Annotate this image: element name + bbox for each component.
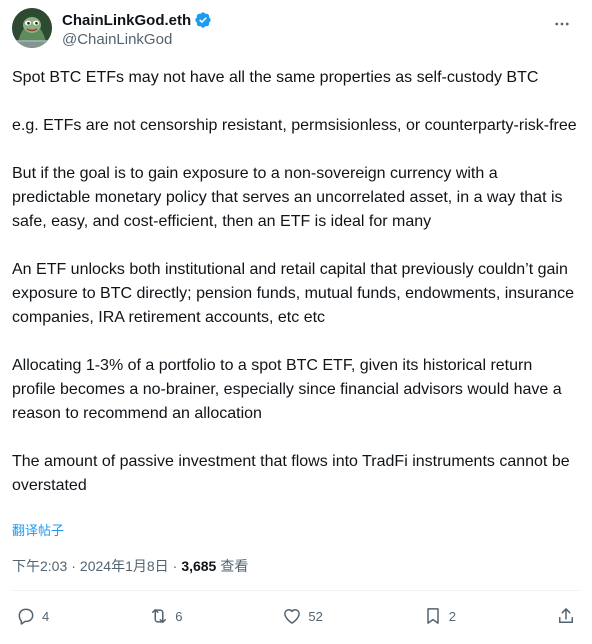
heart-icon (284, 609, 301, 624)
bookmark-icon (427, 608, 439, 624)
views-count: 3,685 (181, 558, 217, 574)
retweet-count: 6 (175, 608, 183, 624)
tweet-paragraph: Spot BTC ETFs may not have all the same … (12, 69, 539, 86)
retweet-icon (152, 609, 167, 623)
tweet-time[interactable]: 下午2:03 (12, 556, 67, 576)
tweet-paragraph: Allocating 1-3% of a portfolio to a spot… (12, 357, 562, 422)
tweet-header: ChainLinkGod.eth @ChainLinkGod (12, 8, 580, 52)
retweet-button[interactable]: 6 (149, 606, 182, 626)
avatar-image (12, 8, 52, 48)
translate-post-link[interactable]: 翻译帖子 (12, 520, 64, 539)
tweet-text: Spot BTC ETFs may not have all the same … (12, 66, 580, 498)
tweet-paragraph: An ETF unlocks both institutional and re… (12, 261, 575, 326)
more-options-icon[interactable] (552, 14, 572, 34)
author-display-name[interactable]: ChainLinkGod.eth (62, 12, 191, 29)
share-button[interactable] (556, 606, 576, 626)
bookmark-count: 2 (448, 608, 457, 624)
like-button[interactable]: 52 (282, 606, 323, 626)
verified-badge-icon (194, 11, 212, 29)
author-handle[interactable]: @ChainLinkGod (62, 30, 212, 50)
tweet-card: ChainLinkGod.eth @ChainLinkGod Spot BTC … (0, 0, 592, 644)
share-icon (558, 608, 573, 623)
tweet-paragraph: e.g. ETFs are not censorship resistant, … (12, 117, 577, 134)
views-label: 查看 (220, 558, 249, 574)
reply-count: 4 (42, 608, 50, 624)
tweet-date[interactable]: 2024年1月8日 (80, 556, 169, 576)
like-count: 52 (308, 608, 323, 624)
author-names: ChainLinkGod.eth @ChainLinkGod (62, 10, 212, 50)
divider (12, 590, 580, 591)
bookmark-button[interactable]: 2 (423, 606, 456, 626)
meta-separator: · (172, 558, 178, 574)
reply-button[interactable]: 4 (16, 606, 49, 626)
meta-separator: · (71, 558, 76, 574)
avatar[interactable] (12, 8, 52, 48)
action-bar: 4 6 52 2 (16, 602, 576, 630)
tweet-meta: 下午2:03 · 2024年1月8日 · 3,685 查看 (12, 556, 248, 576)
tweet-paragraph: The amount of passive investment that fl… (12, 453, 570, 494)
tweet-paragraph: But if the goal is to gain exposure to a… (12, 165, 563, 230)
reply-icon (18, 608, 34, 625)
